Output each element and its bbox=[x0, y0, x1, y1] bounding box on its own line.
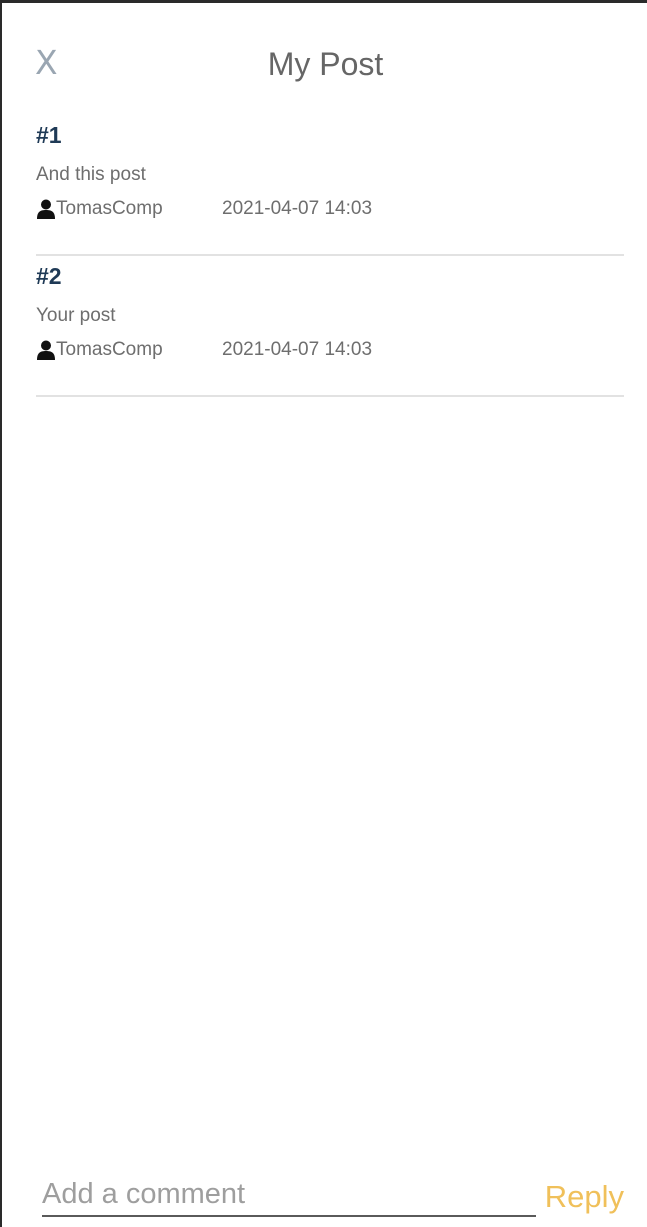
screen-frame: X My Post #1 And this post TomasComp 202… bbox=[0, 0, 647, 1227]
post-item[interactable]: #1 And this post TomasComp 2021-04-07 14… bbox=[36, 115, 624, 256]
post-body: Your post bbox=[36, 305, 116, 326]
post-meta: TomasComp 2021-04-07 14:03 bbox=[36, 197, 624, 221]
post-body: And this post bbox=[36, 164, 146, 185]
post-list: #1 And this post TomasComp 2021-04-07 14… bbox=[36, 115, 624, 397]
page-title: My Post bbox=[267, 46, 384, 82]
comment-bar: Reply bbox=[42, 1173, 624, 1221]
header: X My Post bbox=[2, 3, 647, 103]
post-number: #1 bbox=[36, 122, 62, 148]
user-icon bbox=[37, 340, 55, 360]
post-item[interactable]: #2 Your post TomasComp 2021-04-07 14:03 bbox=[36, 256, 624, 397]
post-date: 2021-04-07 14:03 bbox=[222, 198, 373, 219]
comment-input[interactable] bbox=[42, 1173, 536, 1217]
post-number: #2 bbox=[36, 263, 62, 289]
post-meta: TomasComp 2021-04-07 14:03 bbox=[36, 338, 624, 362]
user-icon bbox=[37, 199, 55, 219]
post-date: 2021-04-07 14:03 bbox=[222, 339, 373, 360]
post-author: TomasComp bbox=[56, 198, 163, 219]
post-author: TomasComp bbox=[56, 339, 163, 360]
reply-button[interactable]: Reply bbox=[545, 1177, 624, 1217]
